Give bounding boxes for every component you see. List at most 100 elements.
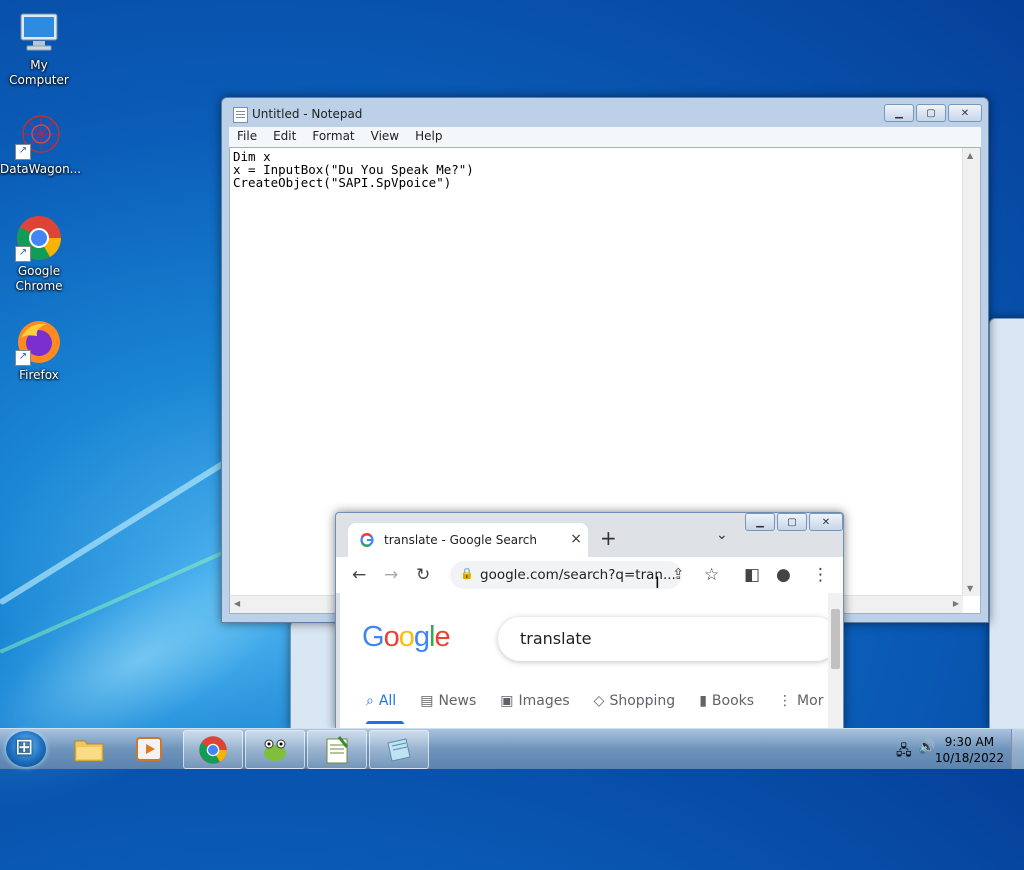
tab-label: All [378, 693, 397, 709]
shortcut-arrow-icon: ↗ [15, 246, 31, 262]
desktop-icon-datawagon[interactable]: ↗ DataWagon... [0, 112, 82, 177]
menu-format[interactable]: Format [304, 127, 362, 147]
tab-more[interactable]: ⋮ Mor [778, 693, 823, 709]
desktop-icon-google-chrome[interactable]: ↗ Google Chrome [0, 214, 78, 294]
tab-shopping[interactable]: ◇ Shopping [594, 693, 676, 709]
scroll-left-icon[interactable]: ◀ [234, 599, 240, 608]
image-icon: ▣ [500, 693, 514, 709]
scroll-right-icon[interactable]: ▶ [953, 599, 959, 608]
notepad-icon [387, 737, 411, 762]
menu-bar: File Edit Format View Help [229, 127, 981, 147]
maximize-button[interactable]: ▢ [916, 104, 946, 122]
search-input[interactable]: translate [498, 617, 838, 661]
taskbar-chrome[interactable] [183, 730, 243, 769]
taskbar: 🖧 🔊 9:30 AM 10/18/2022 [0, 728, 1024, 769]
menu-edit[interactable]: Edit [265, 127, 304, 147]
chrome-window[interactable]: translate - Google Search × + ⌄ ▁ ▢ ✕ ← … [335, 512, 844, 730]
tab-label: Mor [797, 693, 824, 709]
profile-avatar-icon[interactable]: ● [776, 565, 791, 585]
taskbar-datawagon[interactable] [245, 730, 305, 769]
window-title: Untitled - Notepad [252, 107, 363, 121]
computer-icon [15, 8, 63, 56]
book-icon: ▮ [699, 693, 707, 709]
minimize-button[interactable]: ▁ [884, 104, 914, 122]
volume-icon[interactable]: 🔊 [918, 739, 935, 755]
clock[interactable]: 9:30 AM 10/18/2022 [935, 734, 1004, 766]
desktop-icon-label: Firefox [19, 368, 59, 382]
notepad-plus-icon [326, 735, 349, 763]
desktop-icon-label: My Computer [9, 58, 69, 87]
desktop-icon-my-computer[interactable]: My Computer [0, 8, 78, 88]
desktop-icon-label: Google Chrome [15, 264, 63, 293]
desktop-icon-firefox[interactable]: ↗ Firefox [0, 318, 78, 383]
page-content: Google translate ⌕ All ▤ News ▣ Images ◇ Sho… [340, 593, 843, 729]
tab-label: News [438, 693, 477, 709]
minimize-button[interactable]: ▁ [745, 513, 775, 531]
maximize-button[interactable]: ▢ [777, 513, 807, 531]
editor-content[interactable]: Dim x x = InputBox("Du You Speak Me?") C… [233, 150, 474, 189]
firefox-icon: ↗ [15, 318, 63, 366]
menu-help[interactable]: Help [407, 127, 450, 147]
tab-images[interactable]: ▣ Images [500, 693, 569, 709]
taskbar-media-player[interactable] [120, 730, 178, 767]
tab-all[interactable]: ⌕ All [366, 693, 396, 709]
folder-icon [74, 740, 104, 761]
system-tray: 🖧 🔊 9:30 AM 10/18/2022 [884, 729, 1024, 769]
chrome-icon: ↗ [15, 214, 63, 262]
scroll-up-icon[interactable]: ▲ [967, 151, 973, 160]
scroll-down-icon[interactable]: ▼ [967, 584, 973, 593]
taskbar-notepad-plus[interactable] [307, 730, 367, 769]
search-icon: ⌕ [366, 693, 374, 709]
tag-icon: ◇ [593, 693, 605, 709]
back-arrow-icon[interactable]: ← [352, 565, 366, 585]
tab-news[interactable]: ▤ News [420, 693, 476, 709]
tab-label: Shopping [609, 693, 676, 709]
google-logo[interactable]: Google [362, 621, 451, 654]
close-button[interactable]: ✕ [809, 513, 843, 531]
tab-search-chevron-icon[interactable]: ⌄ [716, 527, 728, 543]
new-tab-button[interactable]: + [600, 526, 617, 550]
url-text[interactable]: google.com/search?q=tran... [480, 567, 676, 583]
media-player-icon [136, 736, 162, 761]
datawagon-icon: ↗ [15, 112, 63, 160]
vertical-scrollbar[interactable]: ▲ ▼ [962, 148, 980, 596]
clock-time: 9:30 AM [944, 735, 995, 749]
bookmark-star-icon[interactable]: ☆ [704, 565, 719, 585]
search-tabs: ⌕ All ▤ News ▣ Images ◇ Shopping ▮ Books ⋮ Mor [366, 693, 843, 709]
reload-icon[interactable]: ↻ [416, 565, 430, 585]
title-bar[interactable]: Untitled - Notepad ▁ ▢ ✕ [222, 98, 988, 128]
tab-title: translate - Google Search [384, 533, 537, 547]
forward-arrow-icon[interactable]: → [384, 565, 398, 585]
menu-view[interactable]: View [363, 127, 407, 147]
text-cursor-icon: I [655, 573, 660, 592]
close-button[interactable]: ✕ [948, 104, 982, 122]
taskbar-notepad[interactable] [369, 730, 429, 769]
taskbar-explorer[interactable] [60, 730, 118, 767]
tab-label: Images [518, 693, 570, 709]
tab-books[interactable]: ▮ Books [699, 693, 754, 709]
menu-kebab-icon[interactable]: ⋮ [812, 565, 829, 585]
show-desktop-button[interactable] [1011, 729, 1024, 769]
share-icon[interactable]: ⇪ [672, 565, 685, 583]
start-button[interactable] [6, 731, 46, 767]
menu-file[interactable]: File [229, 127, 265, 147]
desktop-icon-label: DataWagon... [0, 162, 82, 176]
lock-icon: 🔒 [460, 567, 474, 580]
browser-toolbar: ← → ↻ 🔒 google.com/search?q=tran... ⇪ ☆ … [336, 557, 843, 593]
shortcut-arrow-icon: ↗ [15, 144, 31, 160]
chrome-icon [199, 735, 227, 764]
search-query[interactable]: translate [520, 629, 592, 648]
tab-close-button[interactable]: × [570, 531, 582, 547]
address-bar[interactable]: 🔒 google.com/search?q=tran... [450, 561, 682, 589]
scroll-thumb[interactable] [831, 609, 840, 669]
active-tab-indicator [366, 721, 404, 724]
tab-label: Books [711, 693, 755, 709]
notepad-icon [233, 107, 248, 123]
background-window[interactable] [989, 318, 1024, 730]
browser-tab[interactable]: translate - Google Search × [348, 523, 588, 557]
side-panel-icon[interactable]: ◧ [744, 565, 760, 585]
network-icon[interactable]: 🖧 [896, 740, 912, 764]
page-scrollbar[interactable] [828, 593, 843, 729]
more-vert-icon: ⋮ [778, 693, 793, 709]
google-favicon-icon [360, 533, 374, 551]
